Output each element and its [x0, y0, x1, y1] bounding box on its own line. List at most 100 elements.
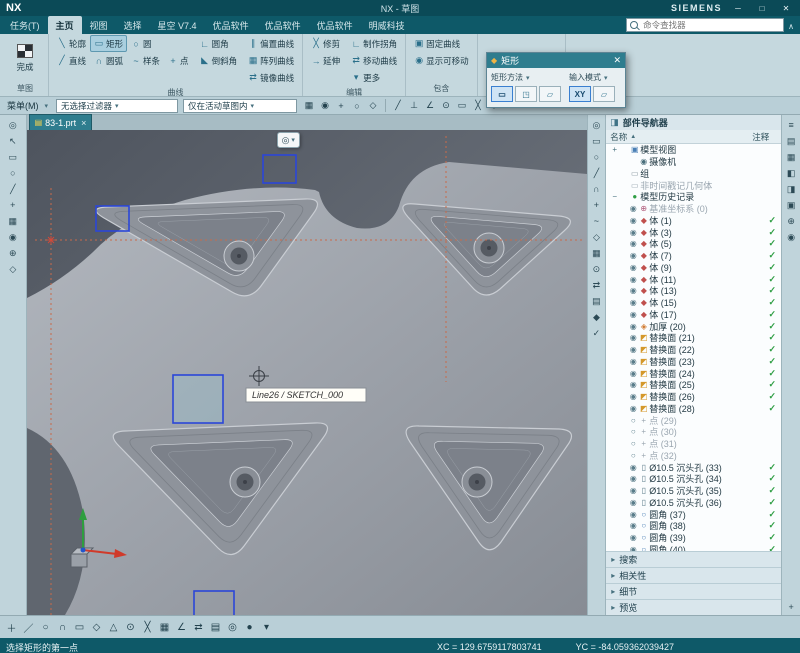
- ribbon-button[interactable]: →延伸: [307, 52, 344, 69]
- resource-tab-icon[interactable]: ⊕: [784, 214, 798, 228]
- feature-tree-row[interactable]: ▭ 组: [606, 168, 781, 180]
- visibility-eye-icon[interactable]: ◉: [628, 369, 638, 378]
- close-button[interactable]: ✕: [778, 4, 794, 13]
- visibility-eye-icon[interactable]: ◉: [628, 380, 638, 389]
- palette-tool-icon[interactable]: ▦: [589, 246, 603, 260]
- ribbon-tab[interactable]: 主页: [48, 16, 82, 34]
- finish-sketch-button[interactable]: 完成: [6, 35, 44, 81]
- visibility-eye-icon[interactable]: ◉: [628, 263, 638, 272]
- visibility-eye-icon[interactable]: ○: [628, 427, 638, 436]
- resource-tab-icon[interactable]: ▤: [784, 134, 798, 148]
- ribbon-tab[interactable]: 视图: [82, 16, 116, 34]
- ribbon-button[interactable]: ╱直线: [53, 52, 90, 69]
- snap-toggle-icon[interactable]: ╳: [471, 99, 485, 112]
- feature-tree-row[interactable]: ◉ ○ 圆角 (40) ✓: [606, 544, 781, 552]
- ribbon-button[interactable]: ▾更多: [347, 69, 401, 86]
- sketch-tool-icon[interactable]: ◇: [89, 620, 104, 635]
- sketch-tool-icon[interactable]: ∩: [55, 620, 70, 635]
- visibility-eye-icon[interactable]: ◉: [628, 204, 638, 213]
- column-name[interactable]: 名称: [610, 131, 627, 143]
- ribbon-button[interactable]: ╲轮廓: [53, 35, 90, 52]
- ribbon-button[interactable]: ▣固定曲线: [410, 35, 473, 52]
- feature-tree-row[interactable]: ◉ ▯ Ø10.5 沉头孔 (34) ✓: [606, 473, 781, 485]
- visibility-eye-icon[interactable]: ○: [628, 451, 638, 460]
- sketch-tool-icon[interactable]: ⊙: [123, 620, 138, 635]
- left-tool-icon[interactable]: ○: [6, 166, 20, 180]
- graphics-window[interactable]: Line26 / SKETCH_000 ◎: [27, 130, 587, 615]
- sketch-tool-icon[interactable]: ◎: [225, 620, 240, 635]
- ribbon-tab[interactable]: 明威科技: [361, 16, 413, 34]
- resource-tab-icon[interactable]: ◨: [784, 182, 798, 196]
- feature-tree-row[interactable]: ▭ 非时间戳记几何体: [606, 179, 781, 191]
- visibility-eye-icon[interactable]: ◉: [628, 533, 638, 542]
- sketch-rectangle-active[interactable]: [173, 375, 223, 423]
- snap-toggle-icon[interactable]: ◇: [366, 99, 380, 112]
- palette-tool-icon[interactable]: ~: [589, 214, 603, 228]
- feature-tree-row[interactable]: ○ + 点 (32): [606, 450, 781, 462]
- left-tool-icon[interactable]: +: [6, 198, 20, 212]
- snap-toggle-icon[interactable]: ◉: [318, 99, 332, 112]
- feature-tree-row[interactable]: ◉ ◩ 替换面 (21) ✓: [606, 332, 781, 344]
- left-tool-icon[interactable]: ◇: [6, 262, 20, 276]
- selection-filter-dropdown[interactable]: 无选择过滤器: [56, 99, 178, 113]
- ribbon-button[interactable]: ▭矩形: [90, 35, 127, 52]
- rect-method-button[interactable]: ▱: [539, 86, 561, 102]
- rectangle-dialog[interactable]: ◆ 矩形 ✕ 矩形方法 ▭◳▱ 输入模式 XY▱: [486, 52, 626, 108]
- sketch-tool-icon[interactable]: ╳: [140, 620, 155, 635]
- selection-scope-dropdown[interactable]: 仅在活动草图内: [183, 99, 297, 113]
- ribbon-button[interactable]: ∥偏置曲线: [244, 35, 298, 52]
- palette-tool-icon[interactable]: ◇: [589, 230, 603, 244]
- feature-tree-row[interactable]: ○ + 点 (31): [606, 438, 781, 450]
- sketch-tool-icon[interactable]: ▾: [259, 620, 274, 635]
- ribbon-button[interactable]: ~样条: [127, 52, 164, 69]
- resource-tab-icon[interactable]: ▣: [784, 198, 798, 212]
- feature-tree-row[interactable]: ◉ ○ 圆角 (38) ✓: [606, 520, 781, 532]
- feature-tree-row[interactable]: ◉ ○ 圆角 (39) ✓: [606, 532, 781, 544]
- feature-tree-row[interactable]: ◉ ◩ 替换面 (26) ✓: [606, 391, 781, 403]
- visibility-eye-icon[interactable]: ◉: [628, 333, 638, 342]
- feature-tree-row[interactable]: ◉ ▯ Ø10.5 沉头孔 (33) ✓: [606, 461, 781, 473]
- panel-section-header[interactable]: 搜索: [606, 551, 781, 567]
- left-tool-icon[interactable]: ▭: [6, 150, 20, 164]
- sketch-tool-icon[interactable]: ○: [38, 620, 53, 635]
- visibility-eye-icon[interactable]: ◉: [628, 498, 638, 507]
- ribbon-button[interactable]: ∟圆角: [196, 35, 242, 52]
- feature-tree-row[interactable]: ◉ ◩ 替换面 (24) ✓: [606, 367, 781, 379]
- feature-tree-row[interactable]: ◉ ◈ 加厚 (20) ✓: [606, 320, 781, 332]
- visibility-eye-icon[interactable]: ◉: [628, 251, 638, 260]
- palette-tool-icon[interactable]: ✓: [589, 326, 603, 340]
- menu-button[interactable]: 菜单(M): [4, 99, 51, 112]
- ribbon-tab[interactable]: 任务(T): [2, 16, 48, 34]
- visibility-eye-icon[interactable]: ◉: [628, 357, 638, 366]
- feature-tree-row[interactable]: ◉ ◆ 体 (17) ✓: [606, 309, 781, 321]
- feature-tree-row[interactable]: ◉ ○ 圆角 (37) ✓: [606, 508, 781, 520]
- ribbon-button[interactable]: +点: [164, 52, 193, 69]
- feature-tree-row[interactable]: ◉ ◆ 体 (3) ✓: [606, 226, 781, 238]
- part-file-tab[interactable]: ▤ 83-1.prt ×: [29, 114, 93, 130]
- palette-tool-icon[interactable]: ◆: [589, 310, 603, 324]
- ribbon-button[interactable]: ◉显示可移动: [410, 52, 473, 69]
- feature-tree-row[interactable]: ◉ ◩ 替换面 (22) ✓: [606, 344, 781, 356]
- sketch-tool-icon[interactable]: ▦: [157, 620, 172, 635]
- palette-tool-icon[interactable]: ◎: [589, 118, 603, 132]
- view-mini-toolbar[interactable]: ◎: [277, 132, 300, 148]
- feature-tree-row[interactable]: ◉ ◆ 体 (9) ✓: [606, 262, 781, 274]
- palette-tool-icon[interactable]: ▭: [589, 134, 603, 148]
- visibility-eye-icon[interactable]: ◉: [628, 474, 638, 483]
- snap-toggle-icon[interactable]: ⊥: [407, 99, 421, 112]
- ribbon-button[interactable]: ∩圆弧: [90, 52, 127, 69]
- feature-tree-row[interactable]: ◉ ◩ 替换面 (25) ✓: [606, 379, 781, 391]
- feature-tree-row[interactable]: ◉ 摄像机: [606, 156, 781, 168]
- ribbon-tab[interactable]: 选择: [116, 16, 150, 34]
- feature-tree-row[interactable]: ◉ ◆ 体 (5) ✓: [606, 238, 781, 250]
- palette-tool-icon[interactable]: ○: [589, 150, 603, 164]
- resource-tab-icon[interactable]: ▦: [784, 150, 798, 164]
- visibility-eye-icon[interactable]: ◉: [628, 345, 638, 354]
- dialog-titlebar[interactable]: ◆ 矩形 ✕: [487, 53, 625, 68]
- left-tool-icon[interactable]: ⊕: [6, 246, 20, 260]
- ribbon-button[interactable]: ○圆: [127, 35, 156, 52]
- resource-tab-icon[interactable]: ≡: [784, 118, 798, 132]
- left-tool-icon[interactable]: ◎: [6, 118, 20, 132]
- feature-tree-row[interactable]: − ● 模型历史记录: [606, 191, 781, 203]
- visibility-eye-icon[interactable]: ◉: [628, 510, 638, 519]
